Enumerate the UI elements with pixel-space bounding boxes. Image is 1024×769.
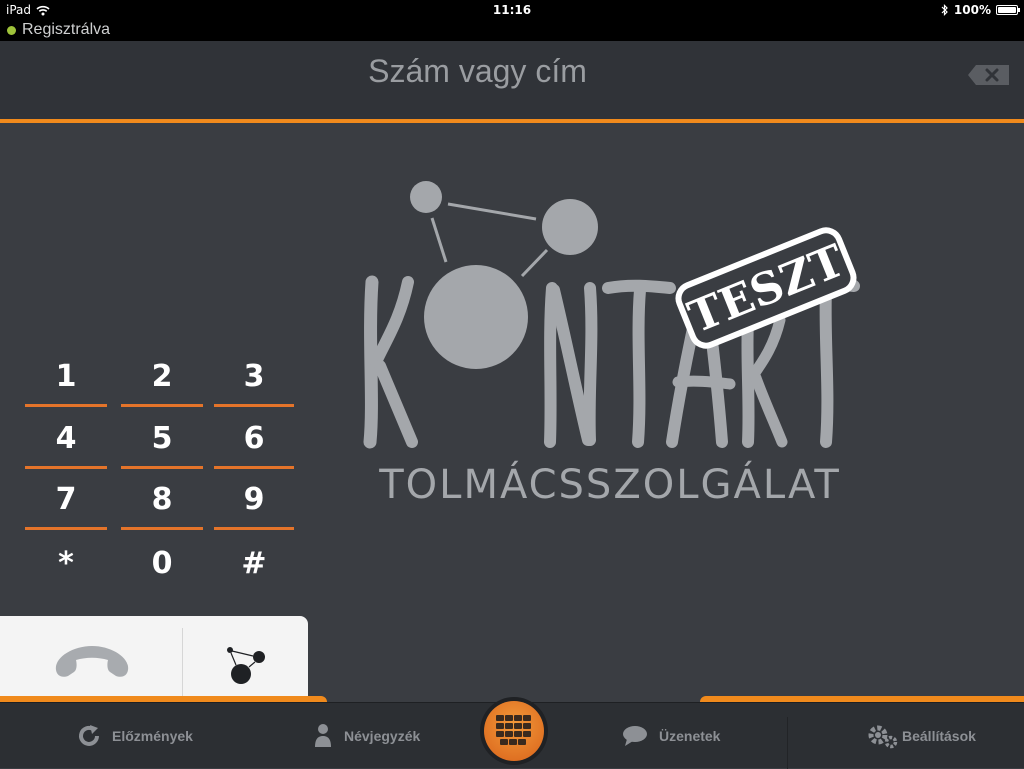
bluetooth-icon <box>941 4 948 16</box>
phone-icon <box>55 646 129 677</box>
clock: 11:16 <box>492 3 532 17</box>
key-0[interactable]: 0 <box>121 538 203 594</box>
key-star[interactable]: * <box>25 538 107 594</box>
header-accent-line <box>0 119 1024 123</box>
dialpad-toggle-button[interactable] <box>480 697 548 765</box>
call-panel <box>0 616 308 696</box>
key-1[interactable]: 1 <box>25 351 107 407</box>
person-icon <box>315 724 331 747</box>
kontakt-logo: TOLMÁCSSZOLGÁLAT TESZT <box>363 181 860 508</box>
tab-history[interactable]: Előzmények <box>76 703 193 769</box>
tab-messages[interactable]: Üzenetek <box>621 703 720 769</box>
key-9[interactable]: 9 <box>214 474 294 530</box>
dialpad-grid-icon <box>496 715 531 745</box>
key-4[interactable]: 4 <box>25 413 107 469</box>
chat-bubble-icon <box>623 726 647 746</box>
kontakt-connect-button[interactable] <box>183 616 308 696</box>
registration-status: Regisztrálva <box>22 21 111 38</box>
tab-settings-label: Beállítások <box>902 728 976 744</box>
gears-icon <box>868 725 898 749</box>
refresh-icon <box>79 725 99 746</box>
number-header: Szám vagy cím <box>0 41 1024 119</box>
battery-icon <box>996 5 1020 15</box>
tab-separator <box>787 717 788 769</box>
network-nodes-icon <box>227 647 265 684</box>
status-bar: iPad 11:16 100% <box>0 0 1024 20</box>
key-hash[interactable]: # <box>214 538 294 594</box>
key-2[interactable]: 2 <box>121 351 203 407</box>
backspace-icon[interactable] <box>967 63 1011 87</box>
key-5[interactable]: 5 <box>121 413 203 469</box>
key-3[interactable]: 3 <box>214 351 294 407</box>
number-input[interactable]: Szám vagy cím <box>0 53 955 90</box>
tab-messages-label: Üzenetek <box>659 728 721 744</box>
tab-contacts[interactable]: Névjegyzék <box>312 703 420 769</box>
call-button[interactable] <box>0 616 182 696</box>
key-7[interactable]: 7 <box>25 474 107 530</box>
key-8[interactable]: 8 <box>121 474 203 530</box>
battery-percent: 100% <box>953 3 991 17</box>
tab-contacts-label: Névjegyzék <box>344 728 421 744</box>
logo-subtitle: TOLMÁCSSZOLGÁLAT <box>378 460 841 508</box>
registered-status-dot-icon <box>7 26 16 35</box>
registration-bar: Regisztrálva <box>0 20 1024 41</box>
tab-settings[interactable]: Beállítások <box>866 703 976 769</box>
tab-history-label: Előzmények <box>112 728 193 744</box>
status-right: 100% <box>941 3 1020 17</box>
key-6[interactable]: 6 <box>214 413 294 469</box>
